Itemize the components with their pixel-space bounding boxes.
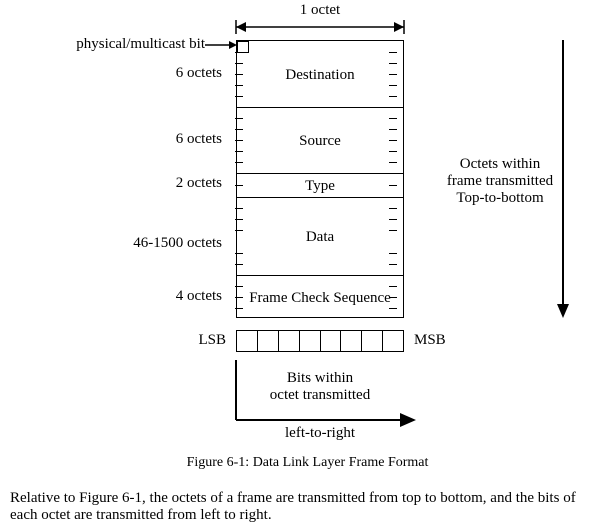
body-paragraph: Relative to Figure 6-1, the octets of a … — [10, 490, 605, 524]
size-destination: 6 octets — [176, 65, 222, 82]
frame-box: Destination Source Type Data Frame Check… — [236, 40, 404, 318]
pm-arrow — [205, 40, 237, 50]
right-note-3: Top-to-bottom — [456, 190, 543, 207]
pm-label: physical/multicast bit — [76, 36, 205, 53]
size-source: 6 octets — [176, 131, 222, 148]
octet-box — [236, 330, 404, 352]
seg-data: Data — [237, 229, 403, 246]
seg-fcs: Frame Check Sequence — [237, 290, 403, 307]
size-fcs: 4 octets — [176, 288, 222, 305]
seg-source: Source — [237, 133, 403, 150]
msb-label: MSB — [414, 332, 446, 349]
vertical-arrow — [556, 40, 570, 318]
width-arrow — [236, 20, 404, 34]
right-note-1: Octets within — [460, 156, 540, 173]
width-label: 1 octet — [300, 2, 340, 19]
size-type: 2 octets — [176, 175, 222, 192]
size-data: 46-1500 octets — [133, 235, 222, 252]
lsb-label: LSB — [198, 332, 226, 349]
bits-note-2: octet transmitted — [270, 387, 370, 404]
seg-type: Type — [237, 178, 403, 195]
bits-note-1: Bits within — [287, 370, 353, 387]
right-note-2: frame transmitted — [447, 173, 553, 190]
bits-note-3: left-to-right — [285, 425, 355, 442]
figure-caption: Figure 6-1: Data Link Layer Frame Format — [187, 455, 429, 471]
seg-destination: Destination — [237, 67, 403, 84]
